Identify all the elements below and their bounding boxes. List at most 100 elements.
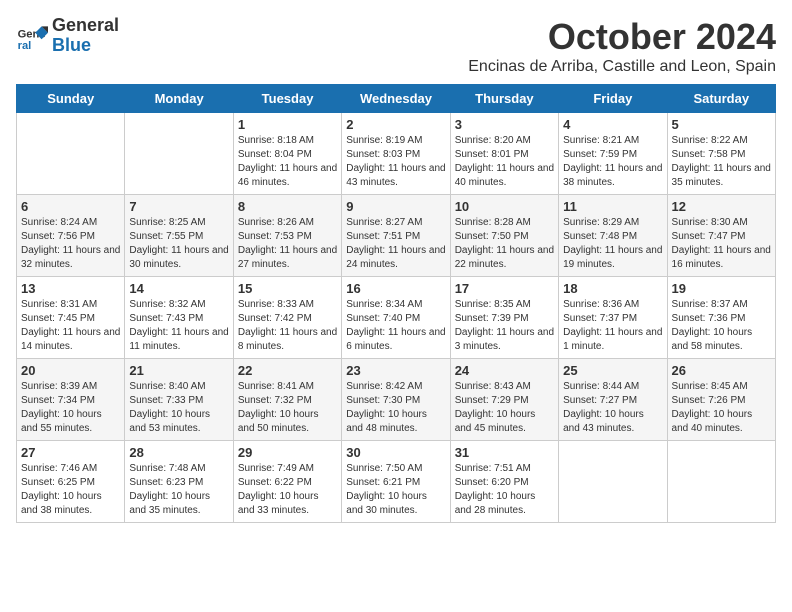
day-info: Sunrise: 8:22 AM Sunset: 7:58 PM Dayligh… [672, 134, 771, 190]
title-section: October 2024 Encinas de Arriba, Castille… [468, 16, 776, 76]
weekday-header-saturday: Saturday [667, 85, 775, 113]
calendar-cell: 7 Sunrise: 8:25 AM Sunset: 7:55 PM Daylig… [125, 195, 233, 277]
calendar-cell: 8 Sunrise: 8:26 AM Sunset: 7:53 PM Daylig… [233, 195, 341, 277]
day-number: 22 [238, 363, 337, 378]
day-number: 23 [346, 363, 445, 378]
day-info: Sunrise: 7:51 AM Sunset: 6:20 PM Dayligh… [455, 462, 554, 518]
calendar-week-3: 13 Sunrise: 8:31 AM Sunset: 7:45 PM Dayli… [17, 277, 776, 359]
day-number: 17 [455, 281, 554, 296]
calendar-week-1: 1 Sunrise: 8:18 AM Sunset: 8:04 PM Daylig… [17, 113, 776, 195]
day-info: Sunrise: 8:45 AM Sunset: 7:26 PM Dayligh… [672, 380, 771, 436]
day-number: 16 [346, 281, 445, 296]
location-title: Encinas de Arriba, Castille and Leon, Sp… [468, 58, 776, 76]
day-info: Sunrise: 8:31 AM Sunset: 7:45 PM Dayligh… [21, 298, 120, 354]
calendar-cell: 3 Sunrise: 8:20 AM Sunset: 8:01 PM Daylig… [450, 113, 558, 195]
day-number: 15 [238, 281, 337, 296]
calendar-cell: 28 Sunrise: 7:48 AM Sunset: 6:23 PM Dayli… [125, 441, 233, 523]
day-number: 13 [21, 281, 120, 296]
day-info: Sunrise: 8:19 AM Sunset: 8:03 PM Dayligh… [346, 134, 445, 190]
calendar-cell: 27 Sunrise: 7:46 AM Sunset: 6:25 PM Dayli… [17, 441, 125, 523]
day-info: Sunrise: 8:30 AM Sunset: 7:47 PM Dayligh… [672, 216, 771, 272]
weekday-header-thursday: Thursday [450, 85, 558, 113]
calendar-cell: 6 Sunrise: 8:24 AM Sunset: 7:56 PM Daylig… [17, 195, 125, 277]
calendar-cell: 21Sunrise: 8:40 AM Sunset: 7:33 PM Dayli… [125, 359, 233, 441]
day-info: Sunrise: 8:24 AM Sunset: 7:56 PM Dayligh… [21, 216, 120, 272]
calendar-cell: 5 Sunrise: 8:22 AM Sunset: 7:58 PM Daylig… [667, 113, 775, 195]
day-number: 31 [455, 445, 554, 460]
day-info: Sunrise: 8:33 AM Sunset: 7:42 PM Dayligh… [238, 298, 337, 354]
calendar-cell: 11Sunrise: 8:29 AM Sunset: 7:48 PM Dayli… [559, 195, 667, 277]
calendar-cell: 25 Sunrise: 8:44 AM Sunset: 7:27 PM Dayli… [559, 359, 667, 441]
day-info: Sunrise: 8:41 AM Sunset: 7:32 PM Dayligh… [238, 380, 337, 436]
day-info: Sunrise: 8:18 AM Sunset: 8:04 PM Dayligh… [238, 134, 337, 190]
calendar-cell: 29Sunrise: 7:49 AM Sunset: 6:22 PM Dayli… [233, 441, 341, 523]
day-info: Sunrise: 8:26 AM Sunset: 7:53 PM Dayligh… [238, 216, 337, 272]
day-info: Sunrise: 8:25 AM Sunset: 7:55 PM Dayligh… [129, 216, 228, 272]
day-info: Sunrise: 7:50 AM Sunset: 6:21 PM Dayligh… [346, 462, 445, 518]
day-number: 3 [455, 117, 554, 132]
day-info: Sunrise: 8:28 AM Sunset: 7:50 PM Dayligh… [455, 216, 554, 272]
calendar-cell: 16 Sunrise: 8:34 AM Sunset: 7:40 PM Dayli… [342, 277, 450, 359]
calendar-cell: 1 Sunrise: 8:18 AM Sunset: 8:04 PM Daylig… [233, 113, 341, 195]
calendar-cell: 31 Sunrise: 7:51 AM Sunset: 6:20 PM Dayli… [450, 441, 558, 523]
day-number: 20 [21, 363, 120, 378]
day-info: Sunrise: 8:37 AM Sunset: 7:36 PM Dayligh… [672, 298, 771, 354]
logo-text: General Blue [52, 16, 119, 56]
calendar-cell: 24Sunrise: 8:43 AM Sunset: 7:29 PM Dayli… [450, 359, 558, 441]
day-number: 11 [563, 199, 662, 214]
calendar-week-2: 6 Sunrise: 8:24 AM Sunset: 7:56 PM Daylig… [17, 195, 776, 277]
weekday-header-friday: Friday [559, 85, 667, 113]
calendar-table: SundayMondayTuesdayWednesdayThursdayFrid… [16, 84, 776, 523]
calendar-week-5: 27 Sunrise: 7:46 AM Sunset: 6:25 PM Dayli… [17, 441, 776, 523]
day-number: 25 [563, 363, 662, 378]
calendar-cell: 15 Sunrise: 8:33 AM Sunset: 7:42 PM Dayli… [233, 277, 341, 359]
calendar-cell: 12Sunrise: 8:30 AM Sunset: 7:47 PM Dayli… [667, 195, 775, 277]
calendar-cell: 4 Sunrise: 8:21 AM Sunset: 7:59 PM Daylig… [559, 113, 667, 195]
calendar-cell: 17 Sunrise: 8:35 AM Sunset: 7:39 PM Dayli… [450, 277, 558, 359]
day-number: 10 [455, 199, 554, 214]
day-number: 8 [238, 199, 337, 214]
day-number: 6 [21, 199, 120, 214]
calendar-cell: 9Sunrise: 8:27 AM Sunset: 7:51 PM Daylig… [342, 195, 450, 277]
weekday-header-wednesday: Wednesday [342, 85, 450, 113]
day-number: 27 [21, 445, 120, 460]
day-info: Sunrise: 8:20 AM Sunset: 8:01 PM Dayligh… [455, 134, 554, 190]
day-info: Sunrise: 8:40 AM Sunset: 7:33 PM Dayligh… [129, 380, 228, 436]
calendar-cell: 20 Sunrise: 8:39 AM Sunset: 7:34 PM Dayli… [17, 359, 125, 441]
day-number: 18 [563, 281, 662, 296]
page-header: Gene ral General Blue October 2024 Encin… [16, 16, 776, 76]
weekday-header-tuesday: Tuesday [233, 85, 341, 113]
day-info: Sunrise: 8:35 AM Sunset: 7:39 PM Dayligh… [455, 298, 554, 354]
day-number: 29 [238, 445, 337, 460]
calendar-cell: 18 Sunrise: 8:36 AM Sunset: 7:37 PM Dayli… [559, 277, 667, 359]
day-number: 30 [346, 445, 445, 460]
day-info: Sunrise: 8:44 AM Sunset: 7:27 PM Dayligh… [563, 380, 662, 436]
calendar-cell: 14Sunrise: 8:32 AM Sunset: 7:43 PM Dayli… [125, 277, 233, 359]
day-info: Sunrise: 8:34 AM Sunset: 7:40 PM Dayligh… [346, 298, 445, 354]
weekday-header-monday: Monday [125, 85, 233, 113]
calendar-cell: 26Sunrise: 8:45 AM Sunset: 7:26 PM Dayli… [667, 359, 775, 441]
day-number: 28 [129, 445, 228, 460]
month-title: October 2024 [468, 16, 776, 58]
svg-text:ral: ral [18, 40, 32, 52]
day-info: Sunrise: 8:21 AM Sunset: 7:59 PM Dayligh… [563, 134, 662, 190]
day-number: 5 [672, 117, 771, 132]
day-number: 4 [563, 117, 662, 132]
day-info: Sunrise: 8:42 AM Sunset: 7:30 PM Dayligh… [346, 380, 445, 436]
day-info: Sunrise: 7:48 AM Sunset: 6:23 PM Dayligh… [129, 462, 228, 518]
calendar-cell [559, 441, 667, 523]
calendar-cell: 30 Sunrise: 7:50 AM Sunset: 6:21 PM Dayli… [342, 441, 450, 523]
calendar-week-4: 20 Sunrise: 8:39 AM Sunset: 7:34 PM Dayli… [17, 359, 776, 441]
day-number: 24 [455, 363, 554, 378]
day-info: Sunrise: 8:36 AM Sunset: 7:37 PM Dayligh… [563, 298, 662, 354]
logo-icon: Gene ral [16, 20, 48, 52]
day-number: 7 [129, 199, 228, 214]
weekday-header-sunday: Sunday [17, 85, 125, 113]
day-info: Sunrise: 7:46 AM Sunset: 6:25 PM Dayligh… [21, 462, 120, 518]
day-number: 1 [238, 117, 337, 132]
calendar-cell [667, 441, 775, 523]
logo-line2: Blue [52, 35, 91, 55]
day-info: Sunrise: 8:39 AM Sunset: 7:34 PM Dayligh… [21, 380, 120, 436]
day-number: 14 [129, 281, 228, 296]
day-number: 19 [672, 281, 771, 296]
